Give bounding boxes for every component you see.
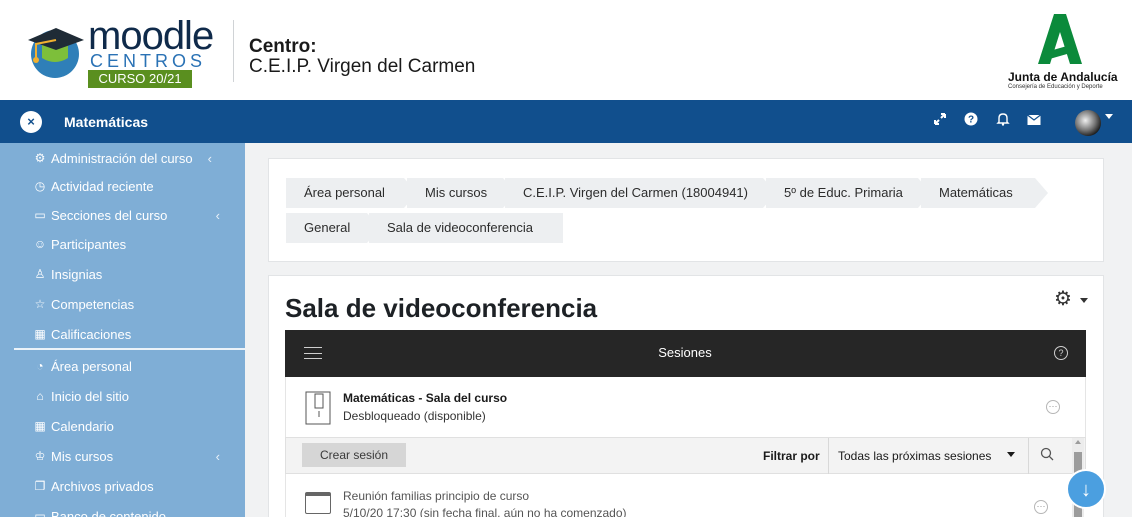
- sidebar-item-calendario[interactable]: ▦ Calendario: [32, 411, 242, 441]
- sidebar-item-label: Área personal: [51, 358, 132, 374]
- breadcrumb-item-area-personal[interactable]: Área personal: [286, 178, 417, 208]
- svg-text:?: ?: [968, 115, 974, 126]
- session-date: 5/10/20 17:30 (sin fecha final, aún no h…: [343, 506, 627, 517]
- room-status: Desbloqueado (disponible): [343, 409, 486, 423]
- graduation-cap-icon: ♔: [34, 449, 46, 463]
- more-options-icon[interactable]: ⋯: [1046, 400, 1060, 414]
- door-icon: [305, 391, 331, 425]
- sidebar-item-label: Inicio del sitio: [51, 388, 130, 404]
- files-icon: ❐: [34, 479, 46, 493]
- calendar-icon: [305, 492, 331, 514]
- breadcrumb-card: [268, 158, 1104, 262]
- filter-select[interactable]: Todas las próximas sesiones: [838, 449, 991, 463]
- page-title: Sala de videoconferencia: [285, 293, 598, 323]
- sidebar-item-label: Banco de contenido: [51, 508, 166, 517]
- calendar-icon: ▦: [34, 419, 46, 433]
- sidebar-item-label: Calificaciones: [51, 326, 132, 342]
- users-icon: ☺: [33, 237, 47, 251]
- gears-icon: ⚙: [34, 151, 46, 165]
- question-circle-icon[interactable]: ?: [1054, 346, 1068, 360]
- room-title[interactable]: Matemáticas - Sala del curso: [343, 391, 507, 405]
- sidebar-item-competencias[interactable]: ☆ Competencias: [32, 289, 242, 319]
- gradebook-icon: ▦: [34, 327, 46, 341]
- settings-caret-icon[interactable]: [1080, 298, 1088, 303]
- breadcrumb-item-curso[interactable]: 5º de Educ. Primaria: [766, 178, 931, 208]
- sidebar-item-mis-cursos[interactable]: ♔ Mis cursos ‹: [32, 441, 242, 471]
- room-row[interactable]: [285, 377, 1086, 437]
- sidebar-item-label: Calendario: [51, 418, 114, 434]
- course-title[interactable]: Matemáticas: [64, 114, 148, 130]
- graduation-cap-icon: [28, 28, 84, 78]
- user-menu-caret-icon[interactable]: [1105, 114, 1113, 119]
- more-options-icon[interactable]: ⋯: [1034, 500, 1048, 514]
- create-session-button[interactable]: Crear sesión: [302, 443, 406, 467]
- breadcrumb-item-sala: Sala de videoconferencia: [369, 213, 563, 243]
- breadcrumb-item-matematicas[interactable]: Matemáticas: [921, 178, 1048, 208]
- logo-centros: CENTROS: [90, 51, 207, 71]
- sidebar-item-label: Administración del curso: [51, 150, 193, 166]
- toolbar-divider: [828, 438, 829, 474]
- search-icon[interactable]: [1040, 447, 1054, 461]
- junta-name: Junta de Andalucía: [1008, 70, 1118, 84]
- sidebar-item-insignias[interactable]: ♙ Insignias: [32, 259, 242, 289]
- header-divider: [233, 20, 234, 82]
- chevron-left-icon[interactable]: ‹: [216, 208, 220, 223]
- dashboard-icon: ◔: [36, 359, 44, 373]
- sidebar-item-label: Archivos privados: [51, 478, 154, 494]
- sidebar-item-area-personal[interactable]: ◔ Área personal: [32, 351, 242, 381]
- folder-icon: ▭: [34, 208, 46, 222]
- breadcrumb-item-centro[interactable]: C.E.I.P. Virgen del Carmen (18004941): [505, 178, 776, 208]
- junta-andalucia-mark-icon: [1038, 14, 1082, 64]
- site-header: moodle CENTROS CURSO 20/21 Centro: C.E.I…: [0, 0, 1132, 100]
- filter-label: Filtrar por: [763, 449, 820, 463]
- chevron-left-icon[interactable]: ‹: [208, 151, 212, 166]
- user-avatar[interactable]: [1075, 110, 1101, 136]
- scroll-up-icon[interactable]: [1075, 440, 1081, 444]
- sidebar-item-inicio-sitio[interactable]: ⌂ Inicio del sitio: [32, 381, 242, 411]
- sidebar-item-actividad-reciente[interactable]: ◷ Actividad reciente: [32, 171, 242, 201]
- clock-icon: ◷: [34, 179, 46, 193]
- sidebar-item-participantes[interactable]: ☺ Participantes: [32, 229, 242, 259]
- sidebar-item-label: Actividad reciente: [51, 178, 154, 194]
- sidebar-item-secciones[interactable]: ▭ Secciones del curso ‹: [32, 200, 242, 230]
- home-icon: ⌂: [36, 389, 44, 403]
- sidebar-item-banco-contenido[interactable]: ▭ Banco de contenido: [32, 501, 242, 517]
- logo-curso-badge: CURSO 20/21: [88, 70, 192, 88]
- hamburger-menu-icon[interactable]: [304, 347, 322, 359]
- session-title[interactable]: Reunión familias principio de curso: [343, 489, 529, 503]
- centro-name: C.E.I.P. Virgen del Carmen: [249, 56, 476, 77]
- bell-icon[interactable]: [993, 111, 1013, 131]
- sidebar-item-calificaciones[interactable]: ▦ Calificaciones: [32, 319, 242, 349]
- course-sidebar: ⚙ Administración del curso ‹ ◷ Actividad…: [0, 143, 245, 517]
- fullscreen-icon[interactable]: [930, 111, 950, 131]
- badge-icon: ♙: [34, 267, 46, 281]
- chevron-left-icon[interactable]: ‹: [216, 449, 220, 464]
- moodle-centros-logo[interactable]: moodle CENTROS CURSO 20/21: [24, 14, 214, 90]
- sidebar-item-label: Participantes: [51, 236, 127, 252]
- sidebar-item-label: Competencias: [51, 296, 135, 312]
- sessions-title: Sesiones: [658, 345, 712, 360]
- breadcrumb-item-mis-cursos[interactable]: Mis cursos: [407, 178, 516, 208]
- star-icon: ☆: [34, 297, 46, 311]
- sidebar-item-archivos-privados[interactable]: ❐ Archivos privados: [32, 471, 242, 501]
- junta-subtitle: Consejería de Educación y Deporte: [1008, 84, 1103, 90]
- breadcrumb-item-general[interactable]: General: [286, 213, 380, 243]
- sidebar-separator: [14, 348, 245, 350]
- help-icon[interactable]: ?: [961, 111, 981, 131]
- chevron-down-icon[interactable]: [1007, 452, 1015, 457]
- sidebar-item-administracion[interactable]: ⚙ Administración del curso ‹: [32, 143, 242, 173]
- toolbar-divider: [1028, 438, 1029, 474]
- scroll-down-button[interactable]: ↓: [1066, 469, 1106, 509]
- close-drawer-button[interactable]: ×: [20, 111, 42, 133]
- centro-info: Centro: C.E.I.P. Virgen del Carmen: [249, 37, 475, 77]
- centro-label: Centro:: [249, 36, 317, 57]
- gear-icon[interactable]: ⚙: [1054, 288, 1076, 310]
- sidebar-item-label: Secciones del curso: [51, 207, 168, 223]
- sidebar-item-label: Mis cursos: [51, 448, 114, 464]
- envelope-icon[interactable]: [1024, 111, 1044, 131]
- junta-andalucia-logo[interactable]: Junta de Andalucía Consejería de Educaci…: [1000, 14, 1118, 94]
- folder-icon: ▭: [34, 509, 46, 517]
- sidebar-item-label: Insignias: [51, 266, 103, 282]
